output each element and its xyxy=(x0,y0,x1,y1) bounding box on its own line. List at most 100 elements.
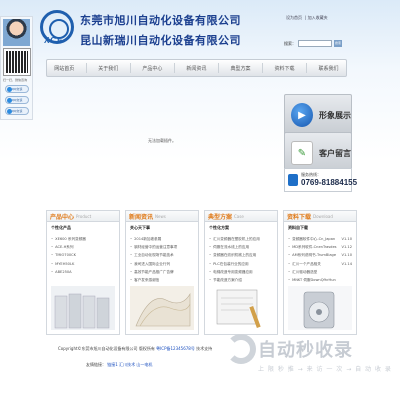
panel-title[interactable]: 资料下载 xyxy=(287,212,311,221)
panel-subtitle: 关心天下事 xyxy=(130,225,150,230)
cases-panel: 典型方案 Case 个性化方案 汇川变频器在塑胶机上的应用 伺服在流水线上的应用… xyxy=(204,210,278,335)
friend-link[interactable]: 山一电机 xyxy=(136,362,152,367)
panel-title-en: News xyxy=(155,213,166,219)
friend-link[interactable]: 汇川技术 xyxy=(119,362,135,367)
panel-list: 2014新加坡参展 钢材经营中的运营注意事项 工业自动化现场节能技术 我司进入国… xyxy=(126,233,198,286)
watermark-logo-icon xyxy=(226,334,256,364)
copyright-text: Copyright©东莞市旭川自动化设备有限公司 版权所有 xyxy=(58,346,157,351)
list-item[interactable]: 变频器软件中心-Cn_JapanV1.10 xyxy=(288,235,352,243)
download-image xyxy=(288,286,352,330)
panel-title[interactable]: 新闻资讯 xyxy=(129,212,153,221)
panel-title[interactable]: 产品中心 xyxy=(50,212,74,221)
floating-contact-sidebar: 扫一扫，微信咨询 QQ交谈 QQ交谈 QQ交谈 xyxy=(0,16,33,120)
list-item[interactable]: 汇川驱动器选型 xyxy=(288,268,352,276)
display-button[interactable]: ▶ 形象展示 xyxy=(284,94,352,136)
list-item[interactable]: MD系列软件-CnenTrasdesV1.12 xyxy=(288,243,352,251)
set-homepage-link[interactable]: 设为首页 xyxy=(286,15,302,20)
panel-list: 汇川变频器在塑胶机上的应用 伺服在流水线上的应用 变频器在纺织机械上的应用 PL… xyxy=(205,233,277,286)
nav-products[interactable]: 产品中心 xyxy=(139,62,165,75)
list-item[interactable]: 高效节能产品推广广告牌 xyxy=(130,268,194,276)
plugin-message: 无法加载插件。 xyxy=(148,138,176,143)
top-links: 设为首页 | 加入收藏夹 xyxy=(286,15,328,20)
panel-subtitle: 个性化产品 xyxy=(51,225,71,230)
company-name-primary: 东莞市旭川自动化设备有限公司 xyxy=(80,14,241,27)
main-nav: 网站首页 关于我们 产品中心 新闻资讯 典型方案 资料下载 联系我们 xyxy=(46,59,347,77)
list-item[interactable]: 汇川一个产品相关V1.14 xyxy=(288,260,352,268)
support-text: 技术支持 xyxy=(194,346,213,351)
panel-list: 变频器软件中心-Cn_JapanV1.10 MD系列软件-CnenTrasdes… xyxy=(284,233,356,286)
search-label: 搜索： xyxy=(284,40,296,46)
list-item[interactable]: 伺服在流水线上的应用 xyxy=(209,243,273,251)
nav-divider xyxy=(217,63,219,73)
panel-title-en: Download xyxy=(313,213,333,219)
friend-links-label: 友情链接： xyxy=(86,362,106,367)
list-item[interactable]: TMIO700CK xyxy=(51,251,115,259)
list-item[interactable]: AM系列说明书-TrumBlageV1.10 xyxy=(288,251,352,259)
qq-chat-button[interactable]: QQ交谈 xyxy=(5,107,29,115)
friend-links: 友情链接： 链接1 汇川技术 山一电机 xyxy=(86,362,152,368)
list-item[interactable]: 我司进入国际企业行列 xyxy=(130,260,194,268)
list-item[interactable]: 变频器在纺织机械上的应用 xyxy=(209,251,273,259)
product-image xyxy=(51,286,115,330)
list-item[interactable]: 节能改造方案介绍 xyxy=(209,276,273,284)
watermark-tagline: 上 限 秒 推 → 来 访 一 次 → 自 动 收 录 xyxy=(258,366,392,373)
copyright-line: Copyright©东莞市旭川自动化设备有限公司 版权所有 粤ICP备12345… xyxy=(58,346,212,352)
panel-title-en: Case xyxy=(234,213,244,219)
products-panel: 产品中心 Product 个性化产品 XE600 系列变频器 ACE-H系列 T… xyxy=(46,210,120,335)
nav-divider xyxy=(261,63,263,73)
list-item[interactable]: 2014新加坡参展 xyxy=(130,235,194,243)
notepad-icon: ✎ xyxy=(291,141,313,165)
hotline-number: 0769-81884155 xyxy=(301,178,358,187)
list-item[interactable]: MYEH50LK xyxy=(51,260,115,268)
nav-downloads[interactable]: 资料下载 xyxy=(271,62,297,75)
add-favorite-link[interactable]: 加入收藏夹 xyxy=(308,15,328,20)
list-item[interactable]: ACE-H系列 xyxy=(51,243,115,251)
message-label: 客户留言 xyxy=(319,148,351,158)
panel-subtitle: 资料自下载 xyxy=(288,225,308,230)
nav-cases[interactable]: 典型方案 xyxy=(227,62,253,75)
search-input[interactable] xyxy=(298,40,332,47)
qq-chat-button[interactable]: QQ交谈 xyxy=(5,96,29,104)
friend-link[interactable]: 链接1 xyxy=(107,362,118,367)
nav-about[interactable]: 关于我们 xyxy=(95,62,121,75)
list-item[interactable]: MNKT 伺服DownQfhrHun xyxy=(288,276,352,284)
nav-divider xyxy=(85,63,87,73)
nav-divider xyxy=(306,63,308,73)
nav-divider xyxy=(129,63,131,73)
nav-news[interactable]: 新闻资讯 xyxy=(183,62,209,75)
list-item[interactable]: ABE250A xyxy=(51,268,115,276)
nav-contact[interactable]: 联系我们 xyxy=(316,62,342,75)
service-avatar xyxy=(3,19,30,46)
search-bar: 搜索： 搜索 xyxy=(284,40,342,47)
nav-home[interactable]: 网站首页 xyxy=(51,62,77,75)
nav-divider xyxy=(173,63,175,73)
list-item[interactable]: 工业自动化现场节能技术 xyxy=(130,251,194,259)
list-item[interactable]: 钢材经营中的运营注意事项 xyxy=(130,243,194,251)
news-image xyxy=(130,286,194,330)
qr-caption: 扫一扫，微信咨询 xyxy=(3,78,28,82)
qq-chat-button[interactable]: QQ交谈 xyxy=(5,85,29,93)
panel-header: 新闻资讯 News xyxy=(126,211,198,222)
news-panel: 新闻资讯 News 关心天下事 2014新加坡参展 钢材经营中的运营注意事项 工… xyxy=(125,210,199,335)
watermark-title: 自动秒收录 xyxy=(258,340,353,361)
list-item[interactable]: PLC在包装行业的应用 xyxy=(209,260,273,268)
list-item[interactable]: 汇川变频器在塑胶机上的应用 xyxy=(209,235,273,243)
play-icon: ▶ xyxy=(291,103,313,127)
icp-link[interactable]: 粤ICP备12345678号 xyxy=(156,346,195,351)
panel-title-en: Product xyxy=(76,213,92,219)
panel-header: 资料下载 Download xyxy=(284,211,356,222)
search-button[interactable]: 搜索 xyxy=(334,40,342,47)
list-item[interactable]: 电梯改造专用变频器应用 xyxy=(209,268,273,276)
panel-title[interactable]: 典型方案 xyxy=(208,212,232,221)
downloads-panel: 资料下载 Download 资料自下载 变频器软件中心-Cn_JapanV1.1… xyxy=(283,210,357,335)
panel-subtitle: 个性化方案 xyxy=(209,225,229,230)
company-name-secondary: 昆山新瑞川自动化设备有限公司 xyxy=(80,34,241,47)
phone-icon xyxy=(288,174,298,186)
display-label: 形象展示 xyxy=(319,110,351,120)
list-item[interactable]: 客户发来感谢信 xyxy=(130,276,194,284)
panel-header: 产品中心 Product xyxy=(47,211,119,222)
case-image xyxy=(209,286,273,330)
wechat-qr-code xyxy=(3,48,31,76)
watermark: 自动秒收录 上 限 秒 推 → 来 访 一 次 → 自 动 收 录 xyxy=(226,334,392,373)
list-item[interactable]: XE600 系列变频器 xyxy=(51,235,115,243)
